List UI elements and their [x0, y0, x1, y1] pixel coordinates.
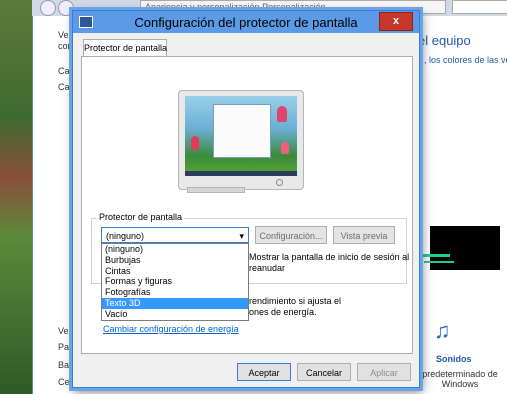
screensaver-select[interactable]: (ninguno) ▾: [101, 227, 249, 243]
power-text-1: rendimiento si ajusta el: [249, 296, 342, 306]
monitor-stand: [187, 187, 245, 193]
default-sounds-label: predeterminado de Windows: [422, 369, 498, 389]
dropdown-option[interactable]: Vacío: [102, 309, 248, 320]
dropdown-option[interactable]: Burbujas: [102, 255, 248, 266]
resume-text-1: Mostrar la pantalla de inicio de sesión …: [249, 252, 410, 262]
bg-left-text: Car: [58, 82, 73, 92]
select-value: (ninguno): [106, 231, 145, 241]
preview-screen: [185, 96, 297, 176]
preview-button[interactable]: Vista previa: [333, 226, 395, 244]
dropdown-option[interactable]: (ninguno): [102, 244, 248, 255]
resume-text-2: reanudar: [249, 263, 286, 273]
dropdown-option[interactable]: Fotografías: [102, 287, 248, 298]
preview-window: [213, 104, 271, 158]
bg-left-text: Ver: [58, 326, 72, 336]
bg-left-text: Par: [58, 342, 73, 352]
cancel-button[interactable]: Cancelar: [297, 363, 351, 381]
settings-button[interactable]: Configuración...: [255, 226, 327, 244]
apply-button[interactable]: Aplicar: [357, 363, 411, 381]
power-led-icon: [276, 179, 283, 186]
bg-left-text: Bar: [58, 360, 73, 370]
dropdown-option[interactable]: Formas y figuras: [102, 276, 248, 287]
search-box[interactable]: [452, 0, 507, 14]
change-power-settings-link[interactable]: Cambiar configuración de energía: [103, 324, 239, 334]
sounds-link[interactable]: Sonidos: [436, 354, 472, 364]
dropdown-option[interactable]: Cintas: [102, 266, 248, 277]
bg-left-text: Car: [58, 66, 73, 76]
screensaver-settings-dialog: Configuración del protector de pantalla …: [72, 10, 420, 388]
ok-button[interactable]: Aceptar: [237, 363, 291, 381]
bg-left-text: Cer: [58, 377, 73, 387]
group-label: Protector de pantalla: [97, 212, 185, 222]
screensaver-dropdown-list: (ninguno) Burbujas Cintas Formas y figur…: [101, 243, 249, 321]
power-text-2: ones de energía.: [249, 307, 317, 317]
tab-screensaver[interactable]: Protector de pantalla: [83, 39, 167, 57]
dialog-titlebar[interactable]: Configuración del protector de pantalla …: [73, 11, 419, 33]
bg-section-title[interactable]: el equipo: [418, 33, 471, 48]
screensaver-thumbnail[interactable]: [420, 226, 500, 270]
music-notes-icon[interactable]: ♫: [434, 318, 451, 344]
monitor-preview: [178, 90, 304, 190]
back-icon[interactable]: [40, 0, 56, 16]
dialog-title: Configuración del protector de pantalla: [134, 15, 358, 30]
bg-section-subtitle[interactable]: , los colores de las ven: [424, 55, 507, 65]
close-button[interactable]: x: [379, 12, 413, 31]
chevron-down-icon: ▾: [239, 231, 244, 241]
dropdown-option-highlighted[interactable]: Texto 3D: [102, 297, 248, 309]
bg-left-text: con: [58, 41, 73, 51]
